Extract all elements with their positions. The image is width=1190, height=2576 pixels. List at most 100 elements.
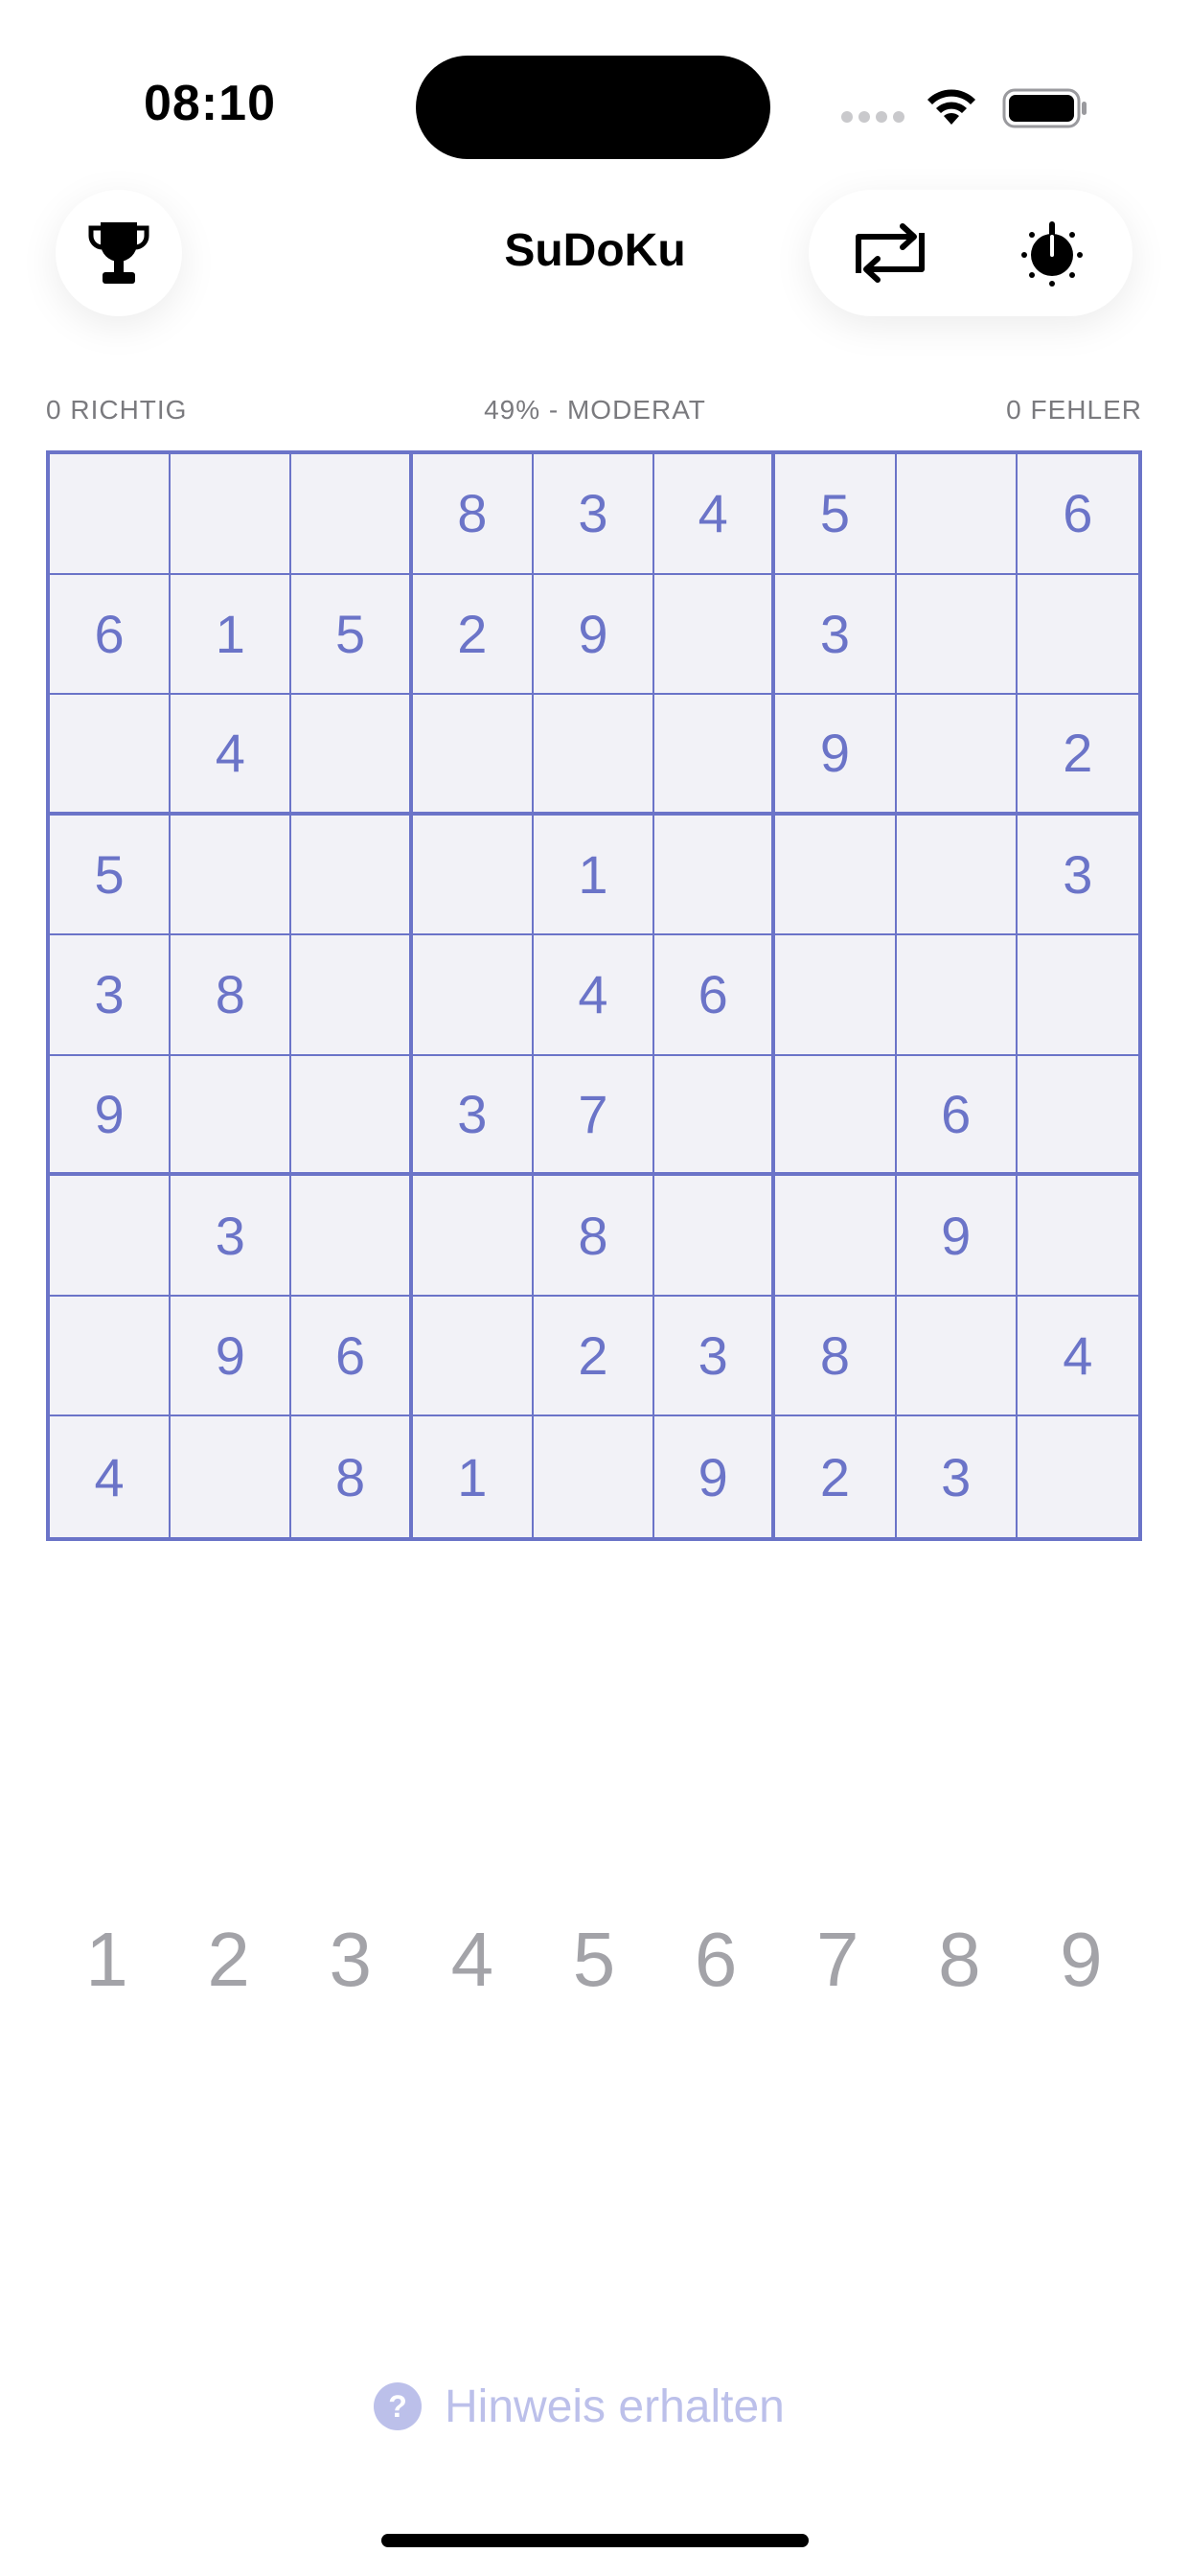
sudoku-cell[interactable]: 3 (533, 454, 655, 575)
sudoku-cell[interactable]: 8 (775, 1296, 897, 1417)
hint-label: Hinweis erhalten (445, 2380, 785, 2432)
sudoku-cell[interactable]: 9 (50, 1055, 172, 1177)
difficulty-button[interactable] (971, 190, 1133, 316)
sudoku-cell[interactable] (896, 1296, 1018, 1417)
number-button-6[interactable]: 6 (668, 1916, 764, 2004)
sudoku-cell[interactable] (171, 1416, 292, 1537)
sudoku-cell[interactable] (50, 1176, 172, 1297)
sudoku-cell[interactable]: 8 (291, 1416, 413, 1537)
sudoku-cell[interactable] (50, 454, 172, 575)
sudoku-cell[interactable]: 4 (533, 935, 655, 1056)
screen: 08:10 SuDoKu 0 RICHTIG 49% - MODERAT 0 F… (0, 0, 1190, 2576)
sudoku-cell[interactable] (171, 454, 292, 575)
sudoku-cell[interactable]: 9 (654, 1416, 776, 1537)
sudoku-cell[interactable] (291, 454, 413, 575)
sudoku-cell[interactable] (291, 1055, 413, 1177)
sudoku-cell[interactable] (412, 815, 534, 936)
sudoku-cell[interactable] (654, 695, 776, 816)
timer-icon (1020, 221, 1083, 287)
sudoku-cell[interactable] (171, 1055, 292, 1177)
sudoku-cell[interactable] (654, 574, 776, 696)
number-button-8[interactable]: 8 (911, 1916, 1007, 2004)
sudoku-cell[interactable]: 5 (291, 574, 413, 696)
sudoku-cell[interactable]: 3 (775, 574, 897, 696)
number-button-1[interactable]: 1 (59, 1916, 155, 2004)
sudoku-cell[interactable]: 3 (654, 1296, 776, 1417)
sudoku-cell[interactable] (775, 935, 897, 1056)
home-indicator[interactable] (381, 2534, 809, 2547)
sudoku-cell[interactable]: 5 (775, 454, 897, 575)
sudoku-cell[interactable] (896, 454, 1018, 575)
sudoku-cell[interactable] (50, 1296, 172, 1417)
sudoku-cell[interactable] (291, 815, 413, 936)
sudoku-cell[interactable] (533, 695, 655, 816)
sudoku-cell[interactable] (412, 1176, 534, 1297)
sudoku-cell[interactable] (412, 1296, 534, 1417)
sudoku-cell[interactable]: 6 (896, 1055, 1018, 1177)
sudoku-cell[interactable] (291, 1176, 413, 1297)
number-button-9[interactable]: 9 (1033, 1916, 1129, 2004)
sudoku-cell[interactable]: 8 (171, 935, 292, 1056)
sudoku-cell[interactable]: 9 (896, 1176, 1018, 1297)
sudoku-cell[interactable]: 3 (897, 1416, 1018, 1537)
sudoku-cell[interactable] (654, 1055, 776, 1177)
sudoku-cell[interactable]: 1 (413, 1416, 534, 1537)
hint-button[interactable]: ? Hinweis erhalten (374, 2373, 785, 2440)
sudoku-cell[interactable]: 4 (654, 454, 776, 575)
number-button-5[interactable]: 5 (546, 1916, 642, 2004)
sudoku-cell[interactable]: 6 (291, 1296, 413, 1417)
new-game-button[interactable] (809, 190, 971, 316)
sudoku-cell[interactable] (1018, 1416, 1138, 1537)
number-button-3[interactable]: 3 (303, 1916, 399, 2004)
sudoku-cell[interactable]: 9 (775, 695, 897, 816)
sudoku-cell[interactable]: 4 (50, 1416, 172, 1537)
sudoku-cell[interactable]: 6 (50, 574, 172, 696)
number-button-4[interactable]: 4 (424, 1916, 520, 2004)
sudoku-cell[interactable]: 2 (775, 1416, 897, 1537)
sudoku-cell[interactable]: 3 (1017, 816, 1138, 936)
sudoku-cell[interactable]: 8 (533, 1176, 655, 1297)
header-actions (809, 190, 1133, 316)
sudoku-cell[interactable] (896, 935, 1018, 1056)
sudoku-cell[interactable] (775, 1055, 897, 1177)
sudoku-cell[interactable] (896, 815, 1018, 936)
sudoku-cell[interactable] (896, 695, 1018, 816)
correct-count: 0 RICHTIG (46, 395, 188, 425)
sudoku-cell[interactable] (50, 695, 172, 816)
sudoku-cell[interactable]: 3 (412, 1055, 534, 1177)
sudoku-cell[interactable]: 7 (533, 1055, 655, 1177)
sudoku-cell[interactable]: 3 (171, 1176, 292, 1297)
sudoku-cell[interactable]: 1 (533, 815, 655, 936)
sudoku-cell[interactable]: 2 (1017, 695, 1138, 816)
sudoku-cell[interactable]: 4 (1017, 1297, 1138, 1417)
sudoku-cell[interactable] (412, 695, 534, 816)
sudoku-cell[interactable]: 4 (171, 695, 292, 816)
sudoku-cell[interactable] (291, 695, 413, 816)
sudoku-cell[interactable] (654, 815, 776, 936)
sudoku-cell[interactable]: 1 (171, 574, 292, 696)
sudoku-cell[interactable] (1017, 1176, 1138, 1297)
sudoku-cell[interactable]: 9 (171, 1296, 292, 1417)
sudoku-cell[interactable]: 8 (412, 454, 534, 575)
sudoku-cell[interactable] (1017, 935, 1138, 1056)
sudoku-cell[interactable]: 6 (654, 935, 776, 1056)
sudoku-cell[interactable] (775, 1176, 897, 1297)
sudoku-cell[interactable]: 2 (412, 574, 534, 696)
sudoku-cell[interactable]: 5 (50, 815, 172, 936)
trophy-button[interactable] (56, 190, 182, 316)
sudoku-cell[interactable] (775, 815, 897, 936)
sudoku-cell[interactable]: 3 (50, 935, 172, 1056)
sudoku-cell[interactable]: 2 (533, 1296, 655, 1417)
sudoku-cell[interactable] (896, 574, 1018, 696)
sudoku-cell[interactable] (1017, 1056, 1138, 1177)
sudoku-cell[interactable] (412, 935, 534, 1056)
sudoku-cell[interactable] (654, 1176, 776, 1297)
sudoku-cell[interactable]: 6 (1017, 454, 1138, 575)
sudoku-cell[interactable] (534, 1416, 655, 1537)
sudoku-cell[interactable] (291, 935, 413, 1056)
sudoku-cell[interactable]: 9 (533, 574, 655, 696)
number-button-7[interactable]: 7 (790, 1916, 885, 2004)
sudoku-cell[interactable] (171, 815, 292, 936)
number-button-2[interactable]: 2 (181, 1916, 277, 2004)
sudoku-cell[interactable] (1017, 575, 1138, 696)
